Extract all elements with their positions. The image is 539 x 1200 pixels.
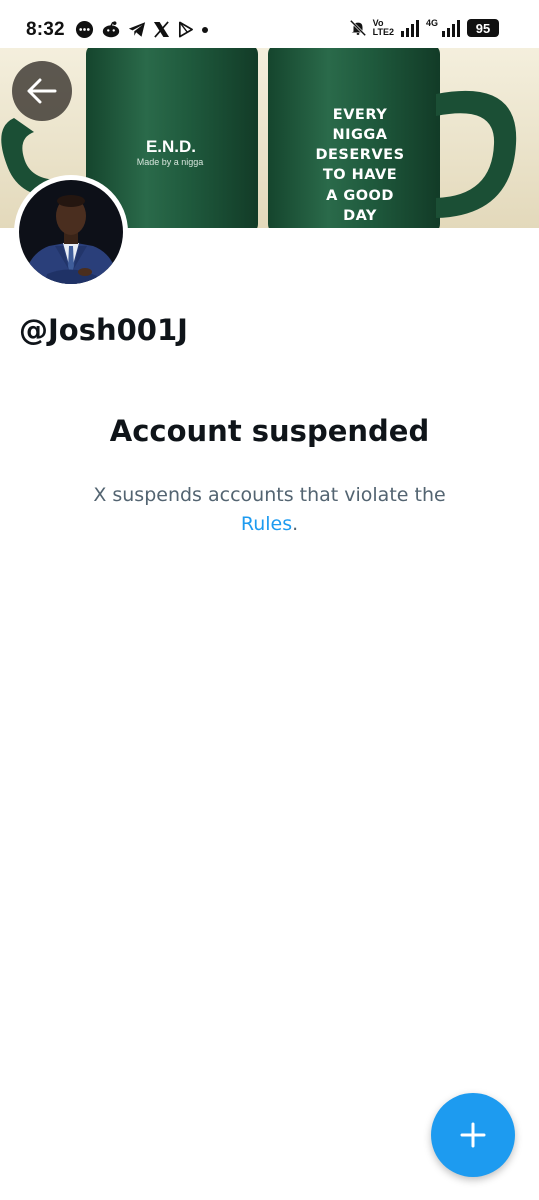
signal-icon — [400, 19, 420, 37]
arrow-left-icon — [27, 78, 57, 104]
right-mug-line: A GOOD — [326, 188, 394, 204]
profile-handle: @Josh001J — [19, 313, 188, 347]
right-mug-line: TO HAVE — [323, 167, 397, 183]
suspended-message: X suspends accounts that violate the Rul… — [0, 481, 539, 539]
telegram-icon — [128, 21, 146, 38]
battery-indicator: 95 — [467, 19, 499, 37]
signal-icon — [441, 19, 461, 37]
right-mug-line: DAY — [343, 208, 377, 224]
x-icon — [153, 21, 170, 38]
left-mug-brand: E.N.D. — [146, 137, 196, 156]
suspended-message-period: . — [292, 513, 299, 535]
notification-icons — [75, 20, 209, 39]
suspended-message-text: X suspends accounts that violate the — [93, 484, 446, 506]
avatar[interactable] — [14, 175, 128, 289]
mute-icon — [349, 19, 367, 37]
status-bar: 8:32 Vo LTE2 4G 95 — [0, 0, 539, 48]
status-time: 8:32 — [26, 19, 65, 40]
reddit-icon — [101, 20, 121, 39]
right-mug-line: DESERVES — [315, 147, 404, 163]
network-type: 4G — [425, 18, 438, 28]
message-icon — [75, 20, 94, 39]
rules-link[interactable]: Rules — [241, 513, 292, 535]
right-mug-line: EVERY — [333, 107, 387, 123]
volte-indicator: Vo LTE2 — [373, 19, 394, 37]
compose-button[interactable] — [431, 1093, 515, 1177]
system-icons: Vo LTE2 4G 95 — [349, 18, 499, 37]
right-mug-line: NIGGA — [332, 127, 387, 143]
avatar-photo — [19, 180, 123, 284]
dot-icon — [201, 26, 209, 34]
left-mug-sub: Made by a nigga — [137, 157, 204, 167]
lte-label: LTE2 — [372, 27, 394, 37]
play-icon — [177, 21, 194, 38]
suspended-title: Account suspended — [109, 414, 430, 448]
back-button[interactable] — [12, 61, 72, 121]
plus-icon — [460, 1122, 486, 1148]
